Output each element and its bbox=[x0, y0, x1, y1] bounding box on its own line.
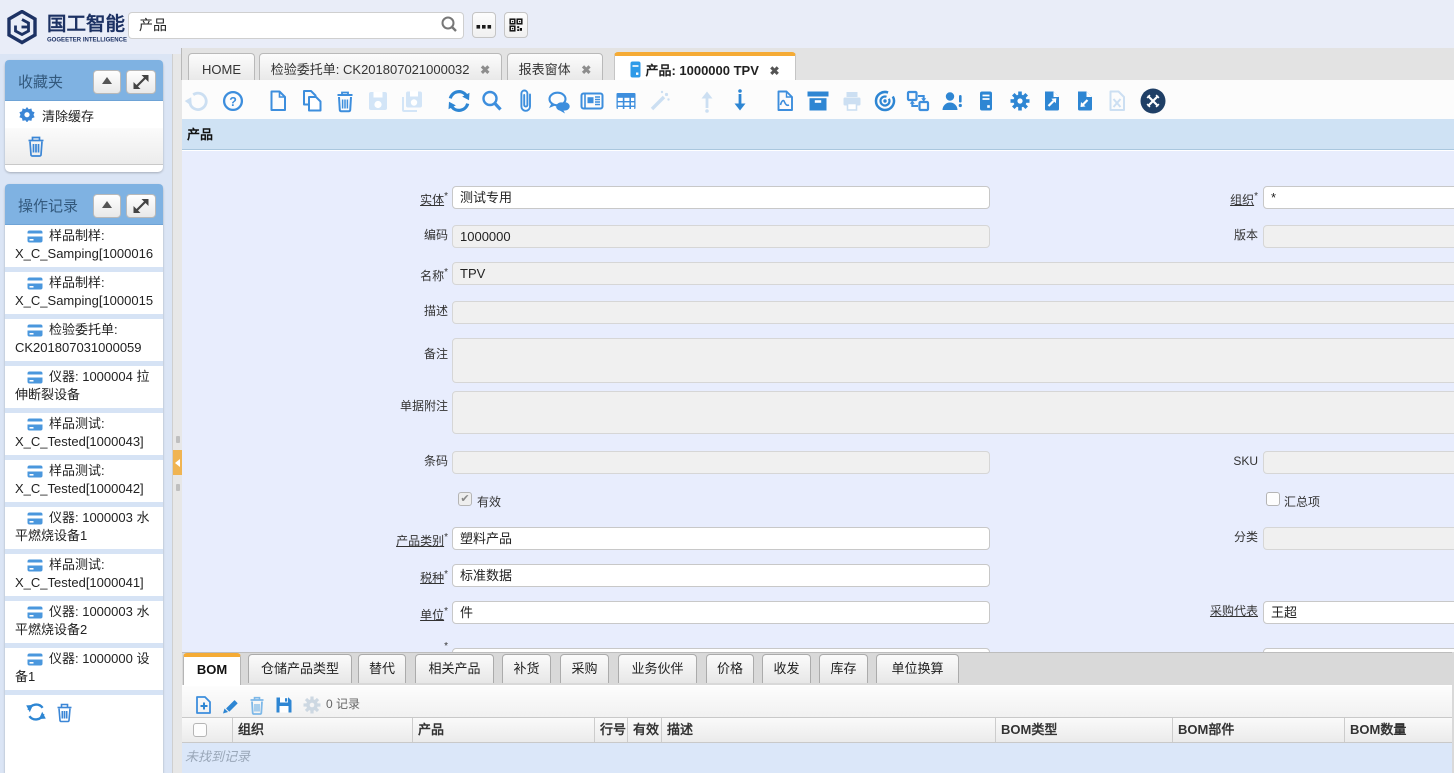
svg-text:?: ? bbox=[229, 95, 237, 109]
svg-text:GOGEETER INTELLIGENCE: GOGEETER INTELLIGENCE bbox=[47, 37, 128, 44]
svg-text:国工智能: 国工智能 bbox=[47, 12, 125, 35]
